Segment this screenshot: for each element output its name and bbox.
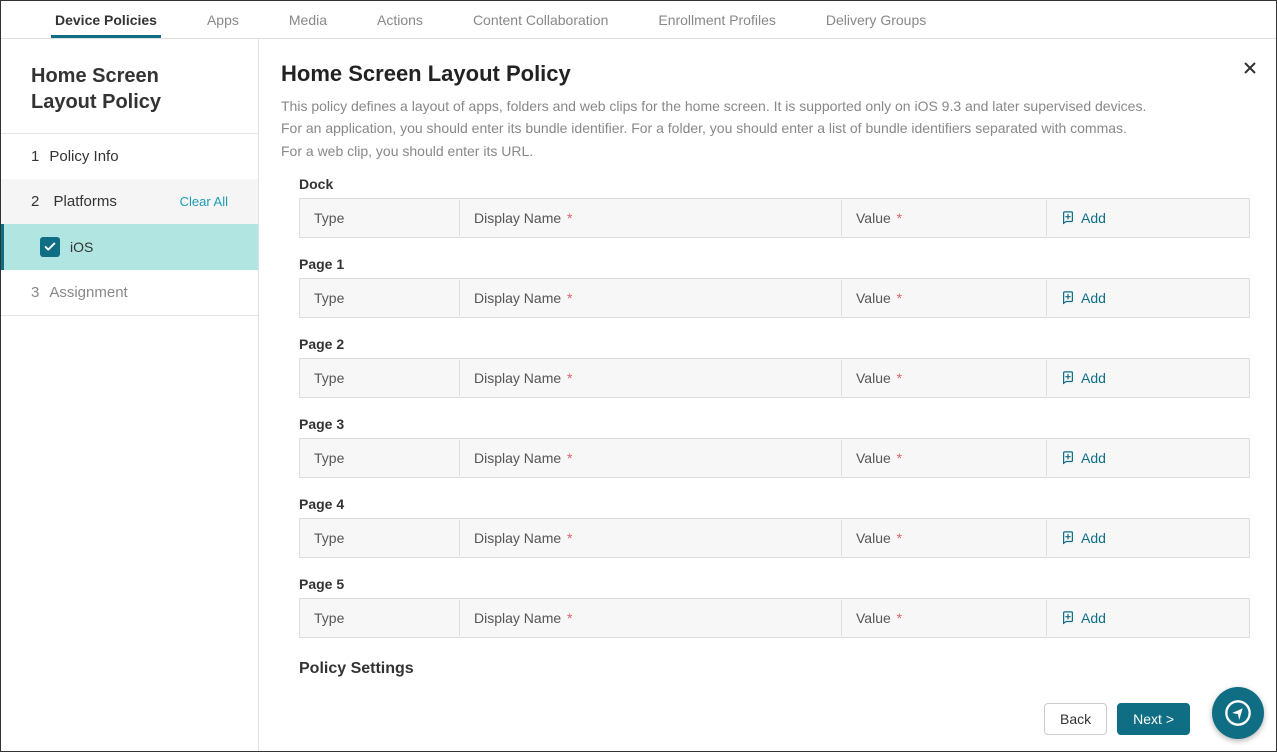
section-label: Dock bbox=[299, 176, 1250, 192]
top-tabs: Device Policies Apps Media Actions Conte… bbox=[1, 1, 1276, 39]
col-type: Type bbox=[300, 600, 460, 636]
step-label-platforms: Platforms bbox=[54, 193, 117, 210]
add-button[interactable]: Add bbox=[1047, 280, 1249, 316]
step-num-1: 1 bbox=[31, 148, 39, 165]
tab-device-policies[interactable]: Device Policies bbox=[51, 2, 161, 38]
section-page-3: Page 3 TypeDisplay Name *Value *Add bbox=[299, 416, 1250, 478]
platform-ios-label: iOS bbox=[70, 239, 93, 255]
col-value: Value * bbox=[842, 600, 1047, 636]
step-num-2: 2 bbox=[31, 193, 39, 210]
sidebar: Home Screen Layout Policy 1 Policy Info … bbox=[1, 39, 259, 751]
close-button[interactable] bbox=[1244, 61, 1256, 79]
location-arrow-icon bbox=[1224, 699, 1252, 727]
add-button[interactable]: Add bbox=[1047, 440, 1249, 476]
next-button[interactable]: Next > bbox=[1117, 703, 1190, 735]
content-panel: Home Screen Layout Policy This policy de… bbox=[259, 39, 1276, 751]
desc-line-1: This policy defines a layout of apps, fo… bbox=[281, 95, 1250, 117]
table-header-row: TypeDisplay Name *Value *Add bbox=[299, 278, 1250, 318]
table-header-row: TypeDisplay Name *Value *Add bbox=[299, 518, 1250, 558]
tab-apps[interactable]: Apps bbox=[203, 2, 243, 38]
add-button[interactable]: Add bbox=[1047, 360, 1249, 396]
add-icon bbox=[1061, 531, 1075, 545]
add-button[interactable]: Add bbox=[1047, 200, 1249, 236]
step-platforms[interactable]: 2 Platforms Clear All bbox=[1, 179, 258, 224]
add-icon bbox=[1061, 611, 1075, 625]
col-type: Type bbox=[300, 200, 460, 236]
step-num-3: 3 bbox=[31, 284, 39, 301]
col-type: Type bbox=[300, 440, 460, 476]
tab-media[interactable]: Media bbox=[285, 2, 331, 38]
section-page-4: Page 4 TypeDisplay Name *Value *Add bbox=[299, 496, 1250, 558]
table-header-row: TypeDisplay Name *Value *Add bbox=[299, 438, 1250, 478]
tab-actions[interactable]: Actions bbox=[373, 2, 427, 38]
step-assignment[interactable]: 3 Assignment bbox=[1, 270, 258, 316]
tab-delivery-groups[interactable]: Delivery Groups bbox=[822, 2, 930, 38]
col-display-name: Display Name * bbox=[460, 280, 842, 316]
col-value: Value * bbox=[842, 360, 1047, 396]
section-label: Page 2 bbox=[299, 336, 1250, 352]
platform-ios[interactable]: iOS bbox=[1, 224, 258, 270]
col-value: Value * bbox=[842, 200, 1047, 236]
section-page-1: Page 1 TypeDisplay Name *Value *Add bbox=[299, 256, 1250, 318]
col-value: Value * bbox=[842, 520, 1047, 556]
col-type: Type bbox=[300, 520, 460, 556]
checkbox-ios[interactable] bbox=[40, 237, 60, 257]
step-policy-info[interactable]: 1 Policy Info bbox=[1, 134, 258, 179]
add-icon bbox=[1061, 371, 1075, 385]
col-value: Value * bbox=[842, 280, 1047, 316]
table-header-row: TypeDisplay Name *Value *Add bbox=[299, 358, 1250, 398]
content-title: Home Screen Layout Policy bbox=[281, 61, 1250, 87]
add-icon bbox=[1061, 291, 1075, 305]
sidebar-title: Home Screen Layout Policy bbox=[1, 39, 258, 134]
col-value: Value * bbox=[842, 440, 1047, 476]
tab-content-collaboration[interactable]: Content Collaboration bbox=[469, 2, 612, 38]
table-header-row: TypeDisplay Name *Value *Add bbox=[299, 598, 1250, 638]
section-label: Page 3 bbox=[299, 416, 1250, 432]
step-label-assignment: Assignment bbox=[49, 284, 127, 301]
tab-enrollment-profiles[interactable]: Enrollment Profiles bbox=[654, 2, 780, 38]
footer-buttons: Back Next > bbox=[1044, 703, 1190, 735]
section-dock: Dock TypeDisplay Name *Value *Add bbox=[299, 176, 1250, 238]
section-page-5: Page 5 TypeDisplay Name *Value *Add bbox=[299, 576, 1250, 638]
col-type: Type bbox=[300, 280, 460, 316]
fab-navigate[interactable] bbox=[1212, 687, 1264, 739]
close-icon bbox=[1244, 62, 1256, 74]
main-layout: Home Screen Layout Policy 1 Policy Info … bbox=[1, 39, 1276, 751]
table-header-row: TypeDisplay Name *Value *Add bbox=[299, 198, 1250, 238]
check-icon bbox=[43, 240, 57, 254]
add-icon bbox=[1061, 451, 1075, 465]
back-button[interactable]: Back bbox=[1044, 703, 1107, 735]
col-display-name: Display Name * bbox=[460, 440, 842, 476]
col-display-name: Display Name * bbox=[460, 200, 842, 236]
section-label: Page 5 bbox=[299, 576, 1250, 592]
add-button[interactable]: Add bbox=[1047, 600, 1249, 636]
col-type: Type bbox=[300, 360, 460, 396]
col-display-name: Display Name * bbox=[460, 360, 842, 396]
col-display-name: Display Name * bbox=[460, 520, 842, 556]
desc-line-2: For an application, you should enter its… bbox=[281, 117, 1250, 139]
add-button[interactable]: Add bbox=[1047, 520, 1249, 556]
clear-all-link[interactable]: Clear All bbox=[180, 194, 228, 209]
section-label: Page 4 bbox=[299, 496, 1250, 512]
step-label-policy-info: Policy Info bbox=[49, 148, 118, 165]
add-icon bbox=[1061, 211, 1075, 225]
col-display-name: Display Name * bbox=[460, 600, 842, 636]
section-label: Page 1 bbox=[299, 256, 1250, 272]
policy-settings-heading: Policy Settings bbox=[299, 660, 1250, 678]
desc-line-3: For a web clip, you should enter its URL… bbox=[281, 140, 1250, 162]
section-page-2: Page 2 TypeDisplay Name *Value *Add bbox=[299, 336, 1250, 398]
content-description: This policy defines a layout of apps, fo… bbox=[281, 95, 1250, 162]
